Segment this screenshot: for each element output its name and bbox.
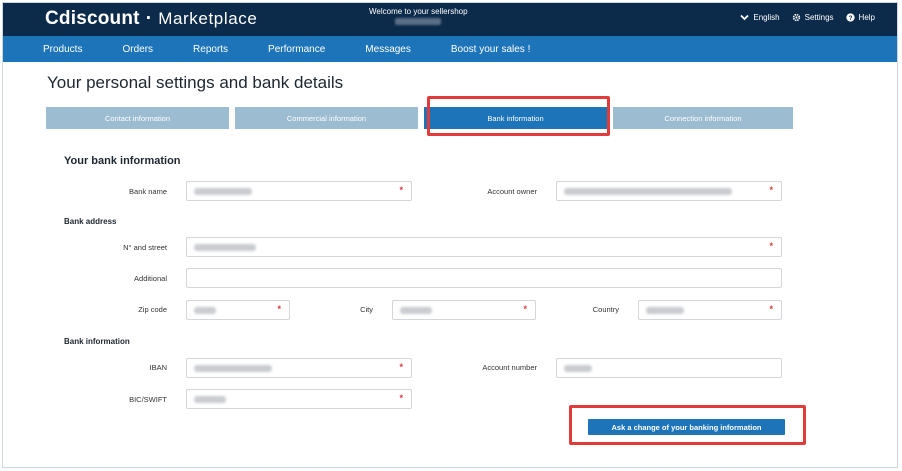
required-mark: * [769,185,773,195]
iban-label: IBAN [149,363,167,372]
required-mark: * [769,241,773,251]
main-nav: Products Orders Reports Performance Mess… [3,36,897,62]
nav-performance[interactable]: Performance [248,44,345,55]
street-field[interactable]: * [186,237,782,257]
iban-field[interactable]: * [186,358,412,378]
settings-link[interactable]: Settings [792,13,834,22]
language-selector[interactable]: English [740,13,780,22]
account-number-label: Account number [482,363,537,372]
tab-contact-information[interactable]: Contact information [46,107,229,129]
required-mark: * [399,185,403,195]
street-label: N° and street [123,243,167,252]
nav-messages[interactable]: Messages [345,44,431,55]
required-mark: * [769,304,773,314]
page-title: Your personal settings and bank details [47,73,344,92]
redacted-value [400,307,432,314]
redacted-value [194,188,252,195]
bank-information-title: Bank information [64,337,130,346]
required-mark: * [399,393,403,403]
country-label: Country [592,305,619,314]
ask-change-banking-button[interactable]: Ask a change of your banking information [588,419,785,435]
bank-name-label: Bank name [129,187,167,196]
bic-swift-field[interactable]: * [186,389,412,409]
chevron-down-icon [740,14,750,21]
tab-connection-information[interactable]: Connection information [613,107,793,129]
welcome-text: Welcome to your sellershop [369,7,468,16]
required-mark: * [399,362,403,372]
brand-separator: · [145,8,153,29]
nav-boost-sales[interactable]: Boost your sales ! [431,44,550,55]
additional-label: Additional [134,274,167,283]
gear-icon [792,13,800,22]
zip-code-field[interactable]: * [186,300,290,320]
redacted-value [646,307,684,314]
redacted-value [564,365,592,372]
language-label: English [753,13,780,22]
shop-name-redacted [395,18,441,25]
required-mark: * [523,304,527,314]
bank-name-field[interactable]: * [186,181,412,201]
bic-swift-label: BIC/SWIFT [129,395,167,404]
brand-logo[interactable]: Cdiscount · Marketplace [45,8,257,30]
svg-text:?: ? [848,15,852,22]
help-label: Help [858,13,875,22]
city-field[interactable]: * [392,300,536,320]
city-label: City [360,305,373,314]
section-title-bank-information: Your bank information [64,155,181,167]
zip-code-label: Zip code [138,305,167,314]
account-owner-field[interactable]: * [556,181,782,201]
redacted-value [194,396,226,403]
additional-field[interactable] [186,268,782,288]
account-owner-label: Account owner [487,187,537,196]
nav-reports[interactable]: Reports [173,44,248,55]
top-links: English Settings ? Help [740,13,875,22]
tab-commercial-information[interactable]: Commercial information [235,107,418,129]
redacted-value [564,188,732,195]
brand-name: Cdiscount [45,8,140,29]
redacted-value [194,307,216,314]
settings-label: Settings [804,13,834,22]
help-icon: ? [845,13,855,22]
app-frame: Cdiscount · Marketplace Welcome to your se… [2,2,898,468]
account-number-field[interactable] [556,358,782,378]
nav-orders[interactable]: Orders [102,44,173,55]
required-mark: * [277,304,281,314]
redacted-value [194,365,272,372]
tab-bank-information[interactable]: Bank information [424,107,607,129]
top-header: Cdiscount · Marketplace Welcome to your se… [3,3,897,36]
brand-product: Marketplace [158,9,258,28]
nav-products[interactable]: Products [23,44,102,55]
country-select[interactable]: * [638,300,782,320]
bank-address-title: Bank address [64,217,117,226]
redacted-value [194,244,256,251]
help-link[interactable]: ? Help [845,13,875,22]
